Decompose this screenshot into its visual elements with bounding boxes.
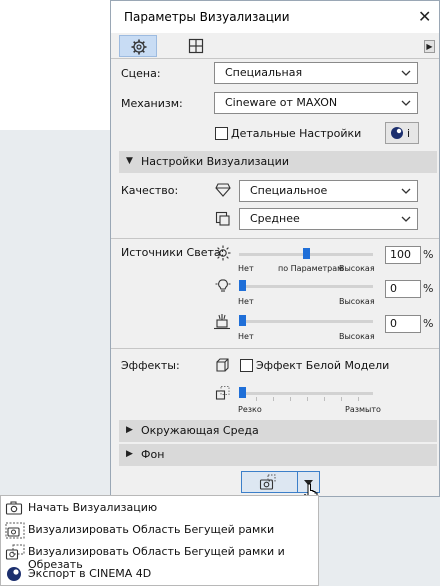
light-slider-2-handle[interactable] — [239, 280, 246, 291]
white-model-label: Эффект Белой Модели — [256, 359, 390, 372]
dialog-title: Параметры Визуализации — [124, 10, 290, 24]
tab-size[interactable] — [177, 35, 215, 57]
collapsed-triangle-icon: ▶ — [126, 425, 133, 435]
quality-value: Специальное — [250, 184, 328, 197]
cinema4d-icon — [7, 567, 21, 581]
menu-item-export-cinema4d[interactable]: Экспорт в CINEMA 4D — [1, 563, 318, 585]
blur-slider-tick — [358, 397, 359, 401]
chevron-down-icon — [401, 70, 411, 76]
svg-text:i: i — [407, 127, 410, 140]
light-slider-1-handle[interactable] — [302, 248, 310, 259]
blur-slider-tick — [290, 397, 291, 401]
diamond-icon — [215, 183, 231, 197]
light-slider-1-max: Высокая — [339, 264, 375, 273]
quality2-dropdown[interactable]: Среднее — [239, 208, 418, 230]
collapsed-triangle-icon: ▶ — [126, 449, 133, 459]
light-slider-2-max: Высокая — [339, 297, 375, 306]
gear-icon — [131, 39, 147, 55]
title-bar: Параметры Визуализации ✕ — [111, 1, 439, 33]
blur-slider-max: Размыто — [345, 405, 381, 414]
blur-slider-tick — [307, 397, 308, 401]
expanded-triangle-icon: ▼ — [126, 156, 133, 166]
light-3-unit: % — [423, 317, 434, 330]
cinema4d-icon: i — [391, 127, 410, 140]
engine-label: Механизм: — [121, 97, 183, 110]
blur-slider-tick — [256, 397, 257, 401]
background-section-label: Фон — [141, 448, 165, 461]
blur-icon — [215, 386, 230, 400]
menu-item-start-render[interactable]: Начать Визуализацию — [1, 497, 318, 519]
detailed-settings-checkbox[interactable] — [215, 127, 228, 140]
divider — [111, 238, 439, 239]
engine-value: Cineware от MAXON — [225, 96, 338, 109]
white-model-checkbox[interactable] — [240, 359, 253, 372]
render-region-icon — [215, 211, 230, 226]
light-slider-3-min: Нет — [238, 332, 254, 341]
light-slider-1-min: Нет — [238, 264, 254, 273]
environment-section-header[interactable]: ▶ Окружающая Среда — [119, 420, 437, 442]
light-1-percent-input[interactable]: 100 — [385, 246, 421, 264]
spotlight-icon — [214, 314, 230, 330]
blur-slider-tick — [324, 397, 325, 401]
render-settings-header-label: Настройки Визуализации — [141, 155, 289, 168]
lights-label: Источники Света: — [121, 246, 225, 259]
render-settings-header[interactable]: ▼ Настройки Визуализации — [119, 151, 437, 173]
environment-section-label: Окружающая Среда — [141, 424, 259, 437]
close-icon[interactable]: ✕ — [418, 7, 431, 26]
blur-slider-tick — [341, 397, 342, 401]
menu-item-render-marquee-crop[interactable]: Визуализировать Область Бегущей рамки и … — [1, 541, 318, 571]
render-options-menu: Начать Визуализацию Визуализировать Обла… — [0, 495, 319, 586]
tabs-scroll-right-button[interactable]: ▶ — [424, 40, 435, 53]
light-slider-3-track — [239, 320, 373, 323]
light-slider-3-max: Высокая — [339, 332, 375, 341]
bulb-icon — [215, 279, 231, 292]
blur-slider-handle[interactable] — [239, 387, 246, 398]
light-slider-3-handle[interactable] — [239, 315, 246, 326]
menu-item-label: Визуализировать Область Бегущей рамки — [28, 523, 275, 536]
scene-dropdown[interactable]: Специальная — [214, 62, 418, 84]
sun-icon — [215, 245, 231, 261]
divider — [111, 348, 439, 349]
camera-icon — [5, 501, 23, 515]
quality-label: Качество: — [121, 184, 179, 197]
light-slider-2-min: Нет — [238, 297, 254, 306]
scene-value: Специальная — [225, 66, 303, 79]
light-2-unit: % — [423, 282, 434, 295]
chevron-down-icon — [401, 188, 411, 194]
blur-slider-tick — [273, 397, 274, 401]
detailed-settings-label: Детальные Настройки — [231, 127, 362, 140]
light-slider-1-mid: по Параметрам — [278, 264, 344, 273]
light-2-percent-input[interactable]: 0 — [385, 280, 421, 298]
tab-settings[interactable] — [119, 35, 157, 57]
divider — [111, 58, 439, 59]
blur-slider-track — [239, 392, 373, 395]
frame-size-icon — [188, 38, 204, 54]
scene-label: Сцена: — [121, 67, 161, 80]
menu-item-label: Экспорт в CINEMA 4D — [28, 567, 152, 580]
quality2-value: Среднее — [250, 212, 300, 225]
marquee-camera-icon — [259, 474, 276, 490]
background-canvas — [0, 0, 110, 130]
blur-slider-min: Резко — [238, 405, 262, 414]
effects-label: Эффекты: — [121, 359, 180, 372]
light-slider-2-track — [239, 285, 373, 288]
marquee-crop-camera-icon — [5, 544, 25, 560]
light-3-percent-input[interactable]: 0 — [385, 315, 421, 333]
cinema4d-info-button[interactable]: i — [385, 122, 419, 144]
chevron-down-icon — [401, 216, 411, 222]
cube-icon — [216, 358, 229, 372]
quality-dropdown[interactable]: Специальное — [239, 180, 418, 202]
menu-item-render-marquee[interactable]: Визуализировать Область Бегущей рамки — [1, 519, 318, 541]
background-section-header[interactable]: ▶ Фон — [119, 444, 437, 466]
marquee-camera-icon — [5, 522, 25, 539]
engine-dropdown[interactable]: Cineware от MAXON — [214, 92, 418, 114]
menu-item-label: Начать Визуализацию — [28, 501, 158, 514]
light-1-unit: % — [423, 248, 434, 261]
render-settings-dialog: Параметры Визуализации ✕ ▶ Сцена: Специа… — [110, 0, 440, 497]
chevron-down-icon — [401, 100, 411, 106]
split-divider — [297, 472, 298, 492]
